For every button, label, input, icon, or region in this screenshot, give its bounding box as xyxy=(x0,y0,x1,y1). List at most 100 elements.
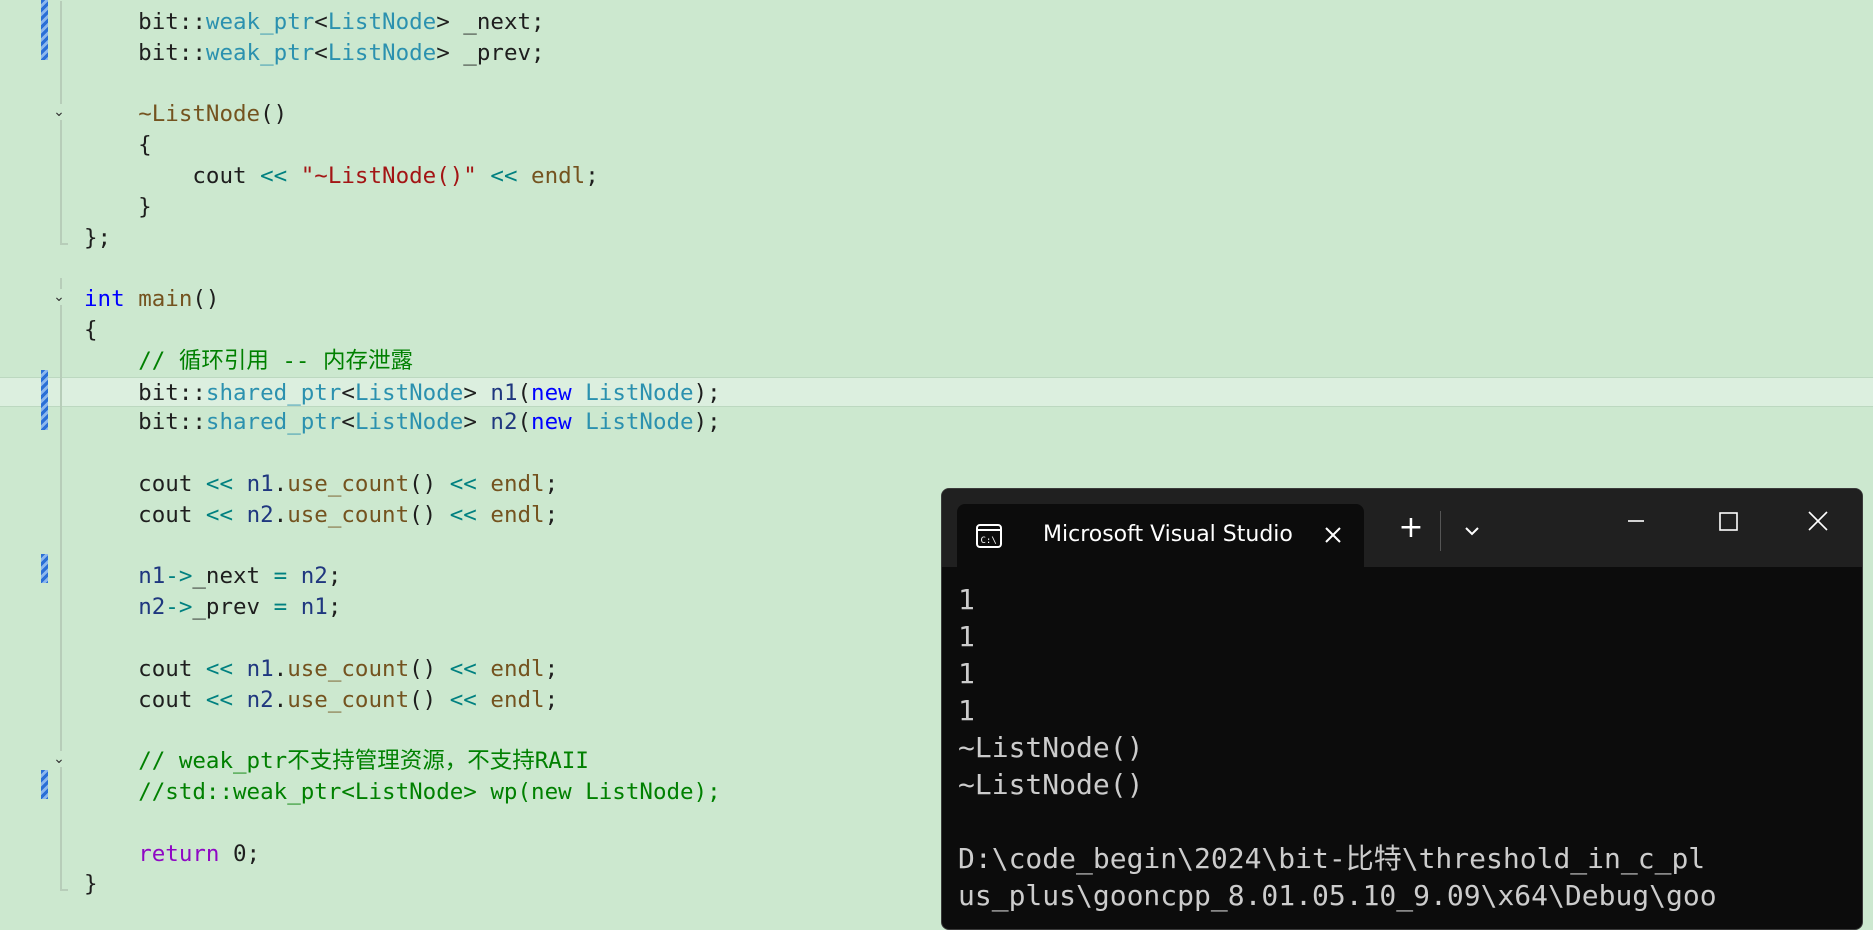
code-line[interactable]: // 循环引用 -- 内存泄露 xyxy=(0,346,1873,376)
close-icon xyxy=(1808,511,1828,531)
code-line[interactable]: { xyxy=(0,315,1873,345)
collapse-icon[interactable]: ⌄ xyxy=(51,104,67,120)
code-line[interactable]: int main() xyxy=(0,284,1873,314)
code-line[interactable] xyxy=(0,253,1873,283)
code-token: shared_ptr xyxy=(205,380,342,406)
code-text: } xyxy=(84,869,98,899)
collapse-icon[interactable]: ⌄ xyxy=(51,289,67,305)
code-token: use_count xyxy=(287,687,410,713)
code-token: ( xyxy=(517,380,532,406)
maximize-icon xyxy=(1719,512,1738,531)
code-token: < xyxy=(341,380,355,406)
code-token: n2 xyxy=(490,409,518,435)
code-line[interactable]: bit::shared_ptr<ListNode> n1(new ListNod… xyxy=(0,377,1873,407)
code-token: { xyxy=(84,132,152,158)
terminal-tab[interactable]: C:\ Microsoft Visual Studio xyxy=(957,504,1364,567)
close-tab-icon[interactable] xyxy=(1320,522,1346,548)
code-text: } xyxy=(84,192,152,222)
code-line[interactable]: bit::weak_ptr<ListNode> _next; xyxy=(0,7,1873,37)
change-marker xyxy=(41,770,48,799)
code-line[interactable] xyxy=(0,69,1873,99)
minimize-button[interactable] xyxy=(1612,501,1660,541)
code-token: cout xyxy=(84,656,206,682)
code-text: ~ListNode() xyxy=(84,99,287,129)
collapse-icon[interactable]: ⌄ xyxy=(51,751,67,767)
close-window-button[interactable] xyxy=(1794,501,1842,541)
code-token: n2 xyxy=(300,563,328,589)
fold-guide xyxy=(60,1,62,243)
code-token: ; xyxy=(544,471,559,497)
code-token: // weak_ptr不支持管理资源，不支持RAII xyxy=(138,748,589,774)
code-token: n1 xyxy=(300,594,328,620)
code-token: n1 xyxy=(138,563,166,589)
fold-end xyxy=(60,243,68,245)
code-token: . xyxy=(273,471,288,497)
terminal-window[interactable]: C:\ Microsoft Visual Studio + 1 1 1 1 ~L… xyxy=(941,488,1863,930)
code-token: ; xyxy=(544,687,559,713)
code-token: n1 xyxy=(246,656,274,682)
code-text: // weak_ptr不支持管理资源，不支持RAII xyxy=(84,746,589,776)
code-text: // 循环引用 -- 内存泄露 xyxy=(84,346,413,376)
code-line[interactable]: ~ListNode() xyxy=(0,99,1873,129)
code-line[interactable] xyxy=(0,438,1873,468)
code-token: ; xyxy=(327,563,342,589)
plus-icon: + xyxy=(1398,510,1424,545)
code-token: << xyxy=(449,502,477,528)
code-token: cout xyxy=(84,687,206,713)
code-token: { xyxy=(84,317,98,343)
code-token: ListNode xyxy=(585,380,694,406)
code-token: . xyxy=(273,502,288,528)
code-line[interactable]: { xyxy=(0,130,1873,160)
code-token: < xyxy=(314,9,328,35)
terminal-output[interactable]: 1 1 1 1 ~ListNode() ~ListNode() D:\code_… xyxy=(958,581,1862,914)
code-token: < xyxy=(314,40,328,66)
code-token: n2 xyxy=(246,687,274,713)
code-token: n1 xyxy=(246,471,274,497)
code-token: > _next; xyxy=(436,9,545,35)
code-text: return 0; xyxy=(84,839,260,869)
divider xyxy=(1440,511,1441,551)
change-marker xyxy=(41,0,48,60)
code-line[interactable]: cout << "~ListNode()" << endl; xyxy=(0,161,1873,191)
code-token: ( xyxy=(517,409,532,435)
code-line[interactable]: }; xyxy=(0,223,1873,253)
code-token: ListNode xyxy=(354,380,464,406)
code-line[interactable]: bit::weak_ptr<ListNode> _prev; xyxy=(0,38,1873,68)
code-token: weak_ptr xyxy=(205,40,315,66)
change-marker xyxy=(41,370,48,430)
code-text: { xyxy=(84,315,98,345)
code-text: //std::weak_ptr<ListNode> wp(new ListNod… xyxy=(84,777,720,807)
code-token: ; xyxy=(585,163,599,189)
terminal-titlebar[interactable]: C:\ Microsoft Visual Studio + xyxy=(942,489,1862,567)
code-token: < xyxy=(341,409,355,435)
code-token: weak_ptr xyxy=(205,9,315,35)
maximize-button[interactable] xyxy=(1704,501,1752,541)
code-line[interactable]: } xyxy=(0,192,1873,222)
code-token: << xyxy=(205,687,234,713)
new-tab-button[interactable]: + xyxy=(1392,509,1430,549)
code-line[interactable]: bit::shared_ptr<ListNode> n2(new ListNod… xyxy=(0,407,1873,437)
code-token: endl xyxy=(490,502,545,528)
code-token: endl xyxy=(531,163,586,189)
code-token: ListNode xyxy=(354,409,464,435)
code-token: > _prev; xyxy=(436,40,545,66)
code-token: new xyxy=(531,380,572,406)
code-token: use_count xyxy=(287,502,410,528)
code-token: () xyxy=(409,502,450,528)
code-token: "~ListNode()" xyxy=(300,163,477,189)
tab-dropdown-button[interactable] xyxy=(1454,511,1490,551)
code-text: cout << n2.use_count() << endl; xyxy=(84,500,558,530)
code-token: ; xyxy=(544,656,559,682)
code-text: n1->_next = n2; xyxy=(84,561,341,591)
code-token: ~ListNode xyxy=(138,101,261,127)
